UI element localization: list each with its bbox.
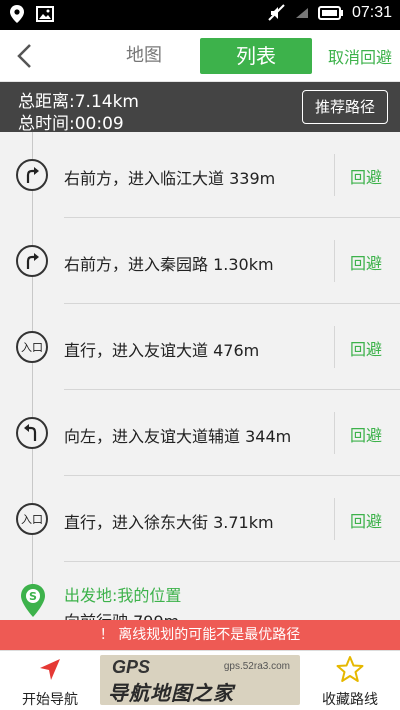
clock: 07:31 xyxy=(351,4,392,21)
route-steps-list[interactable]: 右前方，进入临江大道 339m 回避 右前方，进入秦园路 1.30km 回避 入… xyxy=(0,132,400,622)
image-icon xyxy=(36,6,54,22)
star-icon xyxy=(336,656,364,682)
step-instruction: 右前方，进入临江大道 339m xyxy=(64,169,276,188)
tab-list[interactable]: 列表 xyxy=(200,38,312,74)
avoid-button[interactable]: 回避 xyxy=(350,422,382,446)
avoid-button[interactable]: 回避 xyxy=(350,164,382,188)
start-pin-letter: S xyxy=(29,590,37,603)
turn-left-icon xyxy=(16,417,48,449)
list-item: 入口 直行，进入徐东大街 3.71km 回避 xyxy=(0,476,400,562)
wifi-icon xyxy=(295,8,308,18)
start-navigation-button[interactable]: 开始导航 xyxy=(0,651,100,710)
battery-icon xyxy=(317,6,343,20)
list-item: 向左，进入友谊大道辅道 344m 回避 xyxy=(0,390,400,476)
avoid-button[interactable]: 回避 xyxy=(350,336,382,360)
step-instruction: 向左，进入友谊大道辅道 344m xyxy=(64,427,292,446)
cancel-avoid-button[interactable]: 取消回避 xyxy=(328,44,392,68)
watermark-url: gps.52ra3.com xyxy=(223,661,290,672)
start-pin-icon: S xyxy=(21,584,45,617)
watermark-title: 导航地图之家 xyxy=(108,681,234,705)
watermark-gps: GPS xyxy=(112,657,151,677)
list-item: 右前方，进入秦园路 1.30km 回避 xyxy=(0,218,400,304)
favorite-route-label: 收藏路线 xyxy=(322,692,378,708)
tab-map[interactable]: 地图 xyxy=(108,42,180,70)
entrance-icon: 入口 xyxy=(16,503,48,535)
mute-icon xyxy=(268,4,285,21)
turn-right-icon xyxy=(16,159,48,191)
navigation-arrow-icon xyxy=(40,659,60,680)
avoid-button[interactable]: 回避 xyxy=(350,508,382,532)
bottom-bar: 开始导航 GPS gps.52ra3.com 导航地图之家 收藏路线 xyxy=(0,650,400,710)
step-instruction: 右前方，进入秦园路 1.30km xyxy=(64,255,274,274)
chevron-left-icon xyxy=(17,44,31,68)
list-item: 右前方，进入临江大道 339m 回避 xyxy=(0,132,400,218)
turn-right-icon xyxy=(16,245,48,277)
location-icon xyxy=(10,5,24,23)
total-time: 总时间:00:09 xyxy=(18,114,124,134)
start-label: 出发地:我的位置 xyxy=(64,586,182,605)
watermark-logo: GPS gps.52ra3.com 导航地图之家 xyxy=(100,655,300,705)
list-item: 入口 直行，进入友谊大道 476m 回避 xyxy=(0,304,400,390)
step-instruction: 直行，进入徐东大街 3.71km xyxy=(64,513,274,532)
route-summary: 总距离:7.14km 总时间:00:09 推荐路径 xyxy=(0,82,400,134)
recommend-route-button[interactable]: 推荐路径 xyxy=(302,90,388,124)
step-instruction: 直行，进入友谊大道 476m xyxy=(64,341,260,360)
back-button[interactable] xyxy=(10,40,40,72)
list-item-start: S 出发地:我的位置 向前行驶 799m xyxy=(0,562,400,622)
entrance-icon: 入口 xyxy=(16,331,48,363)
offline-warning-banner: ！ 离线规划的可能不是最优路径 xyxy=(0,620,400,650)
avoid-button[interactable]: 回避 xyxy=(350,250,382,274)
start-navigation-label: 开始导航 xyxy=(22,692,78,708)
top-nav: 地图 列表 取消回避 xyxy=(0,30,400,82)
favorite-route-button[interactable]: 收藏路线 xyxy=(300,651,400,710)
status-bar: 07:31 xyxy=(0,0,400,30)
